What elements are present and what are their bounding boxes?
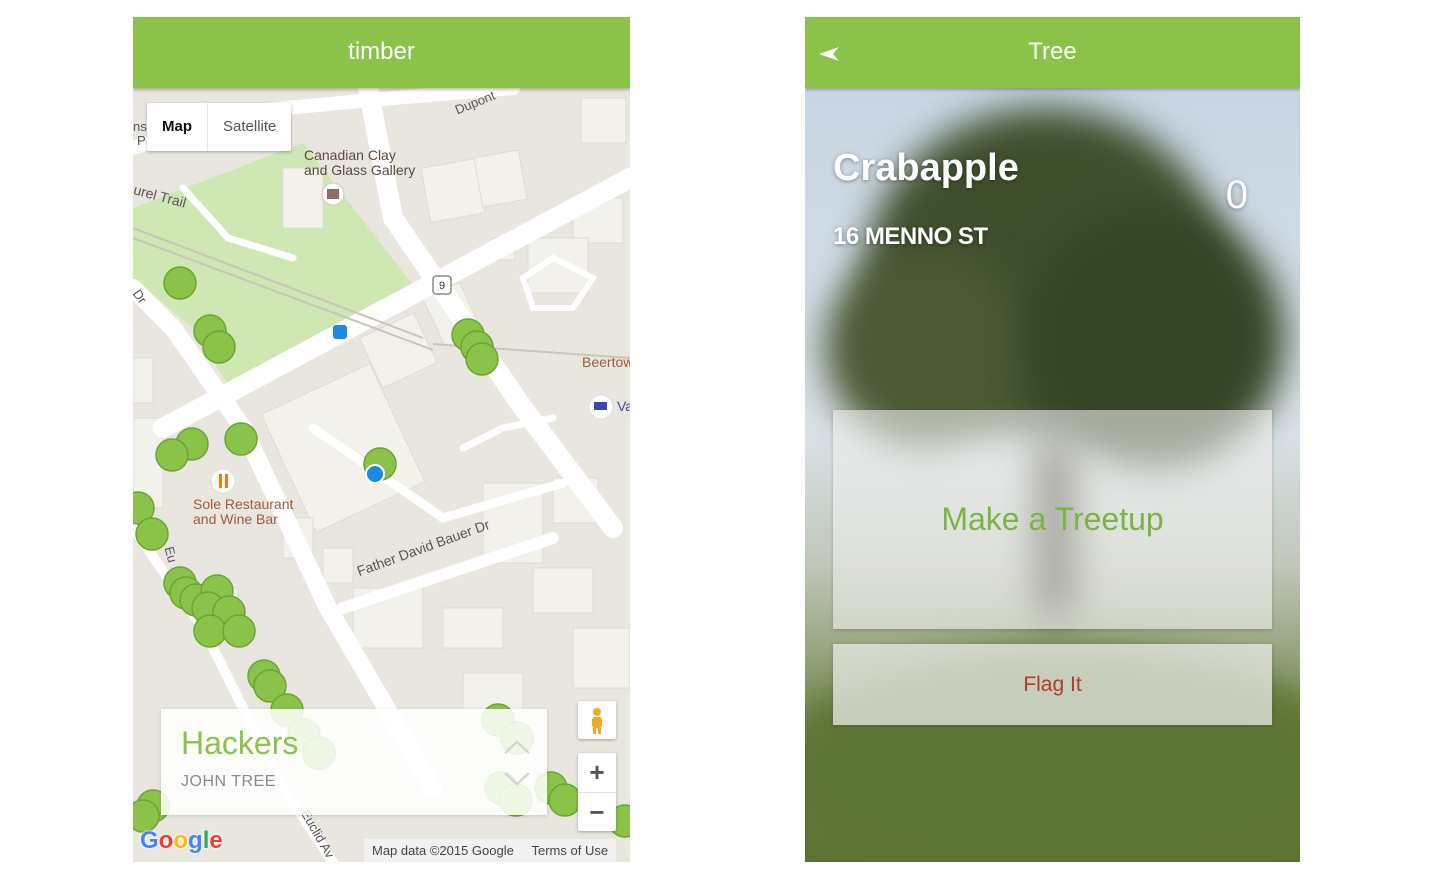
tree-detail-screen: Tree Crabapple 0 16 MENNO ST Make a Tree… bbox=[805, 17, 1300, 862]
map-label-restaurant-1: Sole Restaurant bbox=[193, 496, 294, 512]
zoom-control: + − bbox=[578, 753, 616, 831]
tree-marker[interactable] bbox=[465, 342, 499, 376]
app-bar: Tree bbox=[805, 17, 1300, 88]
chevron-up-icon[interactable] bbox=[503, 739, 531, 755]
make-treetup-button[interactable]: Make a Treetup bbox=[833, 410, 1272, 629]
map-label-restaurant-2: and Wine Bar bbox=[193, 511, 278, 527]
flag-it-button[interactable]: Flag It bbox=[833, 644, 1272, 725]
tree-marker[interactable] bbox=[202, 330, 236, 364]
tree-marker[interactable] bbox=[222, 614, 256, 648]
app-title: timber bbox=[348, 38, 415, 65]
map-label-edge-p: P bbox=[137, 133, 146, 148]
pegman-icon bbox=[592, 708, 602, 734]
map-label-gallery-2: and Glass Gallery bbox=[304, 162, 416, 178]
map-label-edge-ns: ns bbox=[133, 119, 147, 134]
user-location-dot bbox=[365, 464, 385, 484]
screen-title: Tree bbox=[1028, 38, 1077, 65]
map-label-va: Va bbox=[617, 398, 630, 414]
tree-marker[interactable] bbox=[224, 422, 258, 456]
tree-marker[interactable] bbox=[193, 614, 227, 648]
map-type-control: Map Satellite bbox=[147, 103, 292, 151]
info-card-title: Hackers bbox=[181, 725, 299, 761]
treetup-count: 0 bbox=[1225, 173, 1248, 217]
tree-info-card[interactable]: Hackers JOHN TREE bbox=[161, 709, 547, 815]
route-number: 9 bbox=[439, 280, 446, 292]
app-bar: timber bbox=[133, 17, 630, 88]
map-label-beertown: Beertow bbox=[582, 354, 630, 370]
info-card-subtitle: JOHN TREE bbox=[181, 773, 276, 790]
back-arrow-icon[interactable] bbox=[817, 41, 843, 67]
street-view-pegman-button[interactable] bbox=[578, 701, 616, 739]
tree-marker[interactable] bbox=[155, 438, 189, 472]
zoom-out-button[interactable]: − bbox=[578, 792, 616, 832]
map-type-satellite-button[interactable]: Satellite bbox=[208, 103, 291, 151]
map-screen: timber Dupont Canadian Clay and Glass Ga… bbox=[133, 17, 630, 862]
map-data-text: Map data ©2015 Google bbox=[372, 843, 514, 858]
chevron-down-icon[interactable] bbox=[503, 771, 531, 787]
map-attribution: Map data ©2015 Google Terms of Use bbox=[364, 839, 617, 862]
google-logo: Google bbox=[140, 827, 223, 854]
tree-address: 16 MENNO ST bbox=[833, 223, 988, 250]
map-label-gallery-1: Canadian Clay bbox=[304, 147, 396, 163]
tree-marker[interactable] bbox=[548, 783, 582, 817]
map-type-map-button[interactable]: Map bbox=[147, 103, 208, 151]
tree-name: Crabapple bbox=[833, 147, 1019, 189]
tree-marker[interactable] bbox=[163, 266, 197, 300]
zoom-in-button[interactable]: + bbox=[578, 753, 616, 792]
terms-of-use-link[interactable]: Terms of Use bbox=[531, 843, 608, 858]
tree-marker[interactable] bbox=[135, 517, 169, 551]
